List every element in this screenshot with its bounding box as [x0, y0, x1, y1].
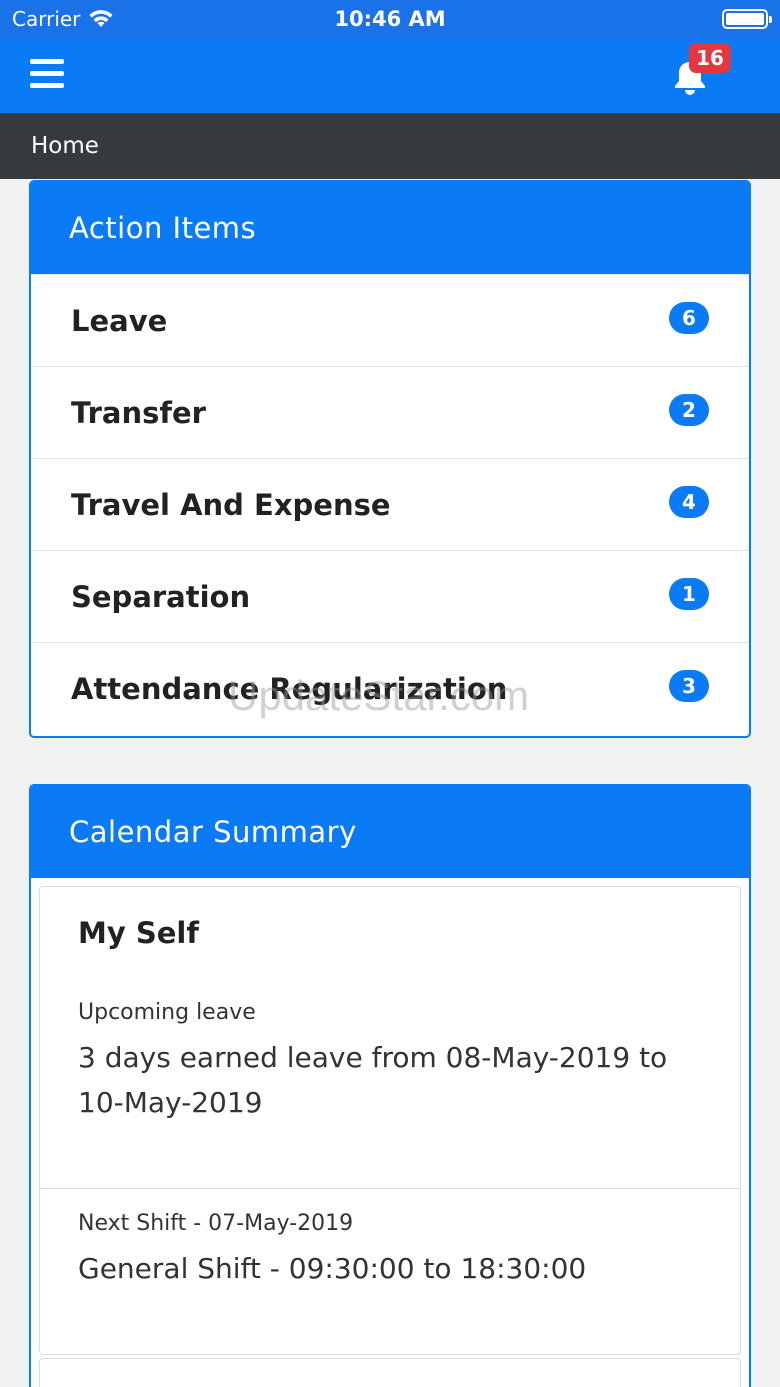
calendar-summary-card: Calendar Summary My Self Upcoming leave …	[29, 784, 751, 1387]
action-item-label: Transfer	[71, 396, 206, 430]
calendar-summary-title: Calendar Summary	[31, 786, 749, 878]
breadcrumb[interactable]: Home	[0, 113, 780, 179]
action-items-card: Action Items Leave 6 Transfer 2 Travel A…	[29, 180, 751, 738]
entry-value: 3 days earned leave from 08-May-2019 to …	[78, 1041, 668, 1119]
status-bar: Carrier 10:46 AM	[0, 0, 780, 38]
entry-label: Next Shift - 07-May-2019	[78, 1211, 354, 1236]
count-badge: 2	[669, 394, 709, 426]
action-items-title: Action Items	[31, 182, 749, 274]
count-badge: 6	[669, 302, 709, 334]
count-badge: 1	[669, 578, 709, 610]
entry-label: Upcoming leave	[78, 1000, 256, 1025]
entry-value: General Shift - 09:30:00 to 18:30:00	[78, 1252, 587, 1285]
battery-icon	[722, 9, 772, 29]
action-item-travel-and-expense[interactable]: Travel And Expense 4	[31, 458, 749, 550]
count-badge: 3	[669, 670, 709, 702]
list-item	[39, 1358, 741, 1387]
action-item-label: Attendance Regularization	[71, 672, 508, 706]
count-badge: 4	[669, 486, 709, 518]
next-shift-entry: Next Shift - 07-May-2019 General Shift -…	[39, 1189, 741, 1355]
status-time: 10:46 AM	[334, 7, 446, 31]
action-item-label: Separation	[71, 580, 251, 614]
notification-badge[interactable]: 16	[689, 43, 731, 73]
action-item-label: Travel And Expense	[71, 488, 391, 522]
action-item-label: Leave	[71, 304, 168, 338]
menu-icon[interactable]	[30, 59, 64, 91]
action-item-leave[interactable]: Leave 6	[31, 274, 749, 366]
app-bar: 16	[0, 38, 780, 113]
upcoming-leave-entry: Upcoming leave 3 days earned leave from …	[39, 978, 741, 1189]
action-item-attendance-regularization[interactable]: Attendance Regularization 3	[31, 642, 749, 734]
action-item-transfer[interactable]: Transfer 2	[31, 366, 749, 458]
action-item-separation[interactable]: Separation 1	[31, 550, 749, 642]
calendar-body: My Self Upcoming leave 3 days earned lea…	[31, 878, 749, 1387]
section-title-my-self: My Self	[39, 886, 741, 978]
